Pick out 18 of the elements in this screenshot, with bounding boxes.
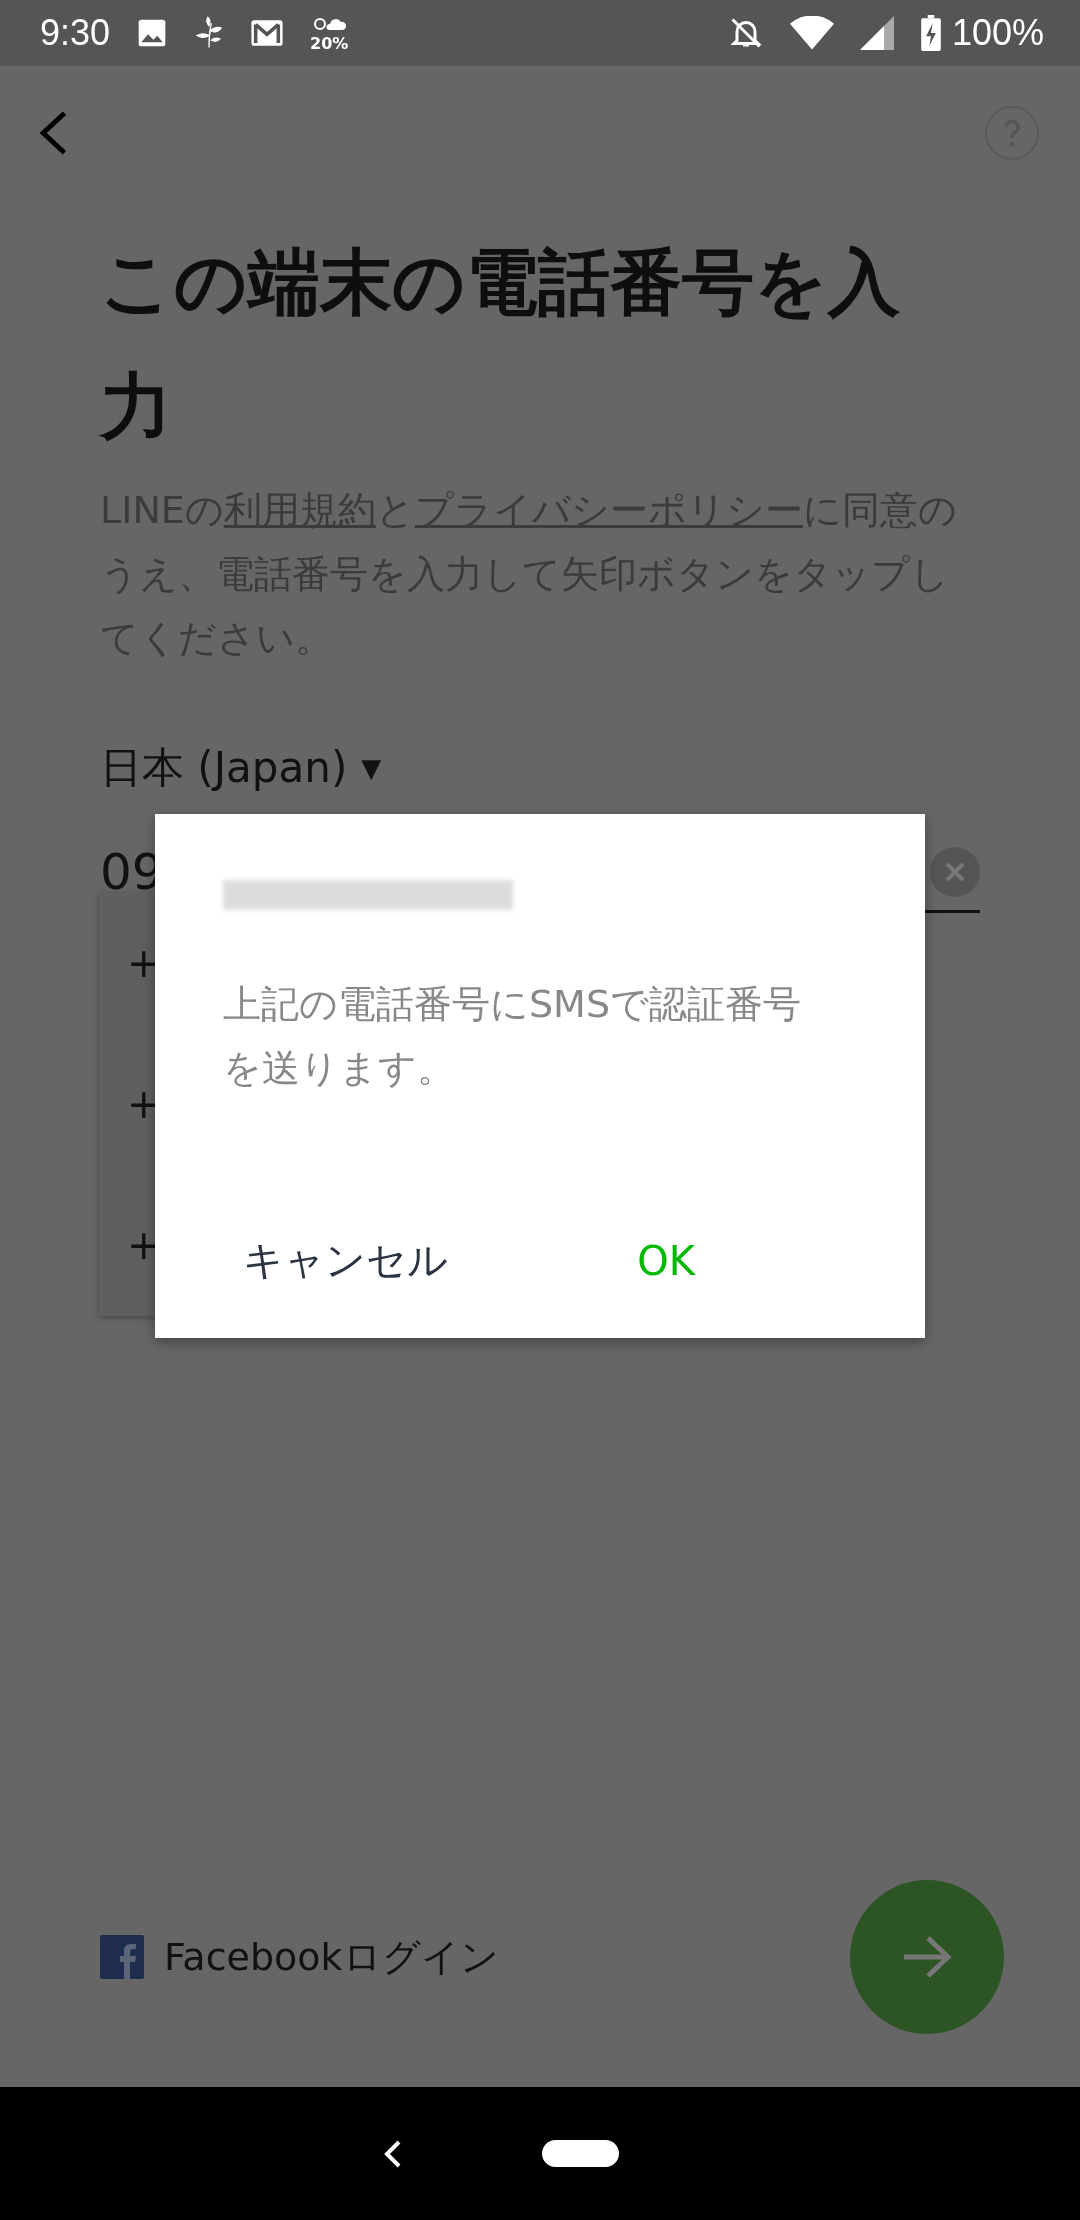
home-button[interactable] bbox=[541, 2140, 619, 2167]
cancel-button[interactable]: キャンセル bbox=[223, 1223, 468, 1298]
wifi-icon bbox=[789, 16, 834, 50]
mail-icon bbox=[250, 18, 285, 48]
plant-icon bbox=[194, 16, 225, 50]
battery-text: 100% bbox=[951, 12, 1044, 54]
facebook-logo-icon bbox=[100, 1935, 144, 1979]
weather-percent-text: 20% bbox=[310, 33, 349, 53]
facebook-login-link[interactable]: Facebookログイン bbox=[100, 1931, 499, 1983]
ok-button[interactable]: OK bbox=[617, 1223, 715, 1298]
arrow-right-icon bbox=[902, 1935, 952, 1979]
country-selector[interactable]: 日本 (Japan) ▼ bbox=[100, 740, 382, 796]
battery-charging-icon bbox=[919, 15, 942, 51]
page-title: この端末の電話番号を入力 bbox=[100, 239, 901, 450]
caret-icon: ▼ bbox=[361, 753, 382, 783]
clock-text: 9:30 bbox=[40, 12, 111, 54]
dialog-message: 上記の電話番号にSMSで認証番号を送ります。 bbox=[223, 981, 803, 1092]
signal-icon bbox=[859, 16, 894, 50]
